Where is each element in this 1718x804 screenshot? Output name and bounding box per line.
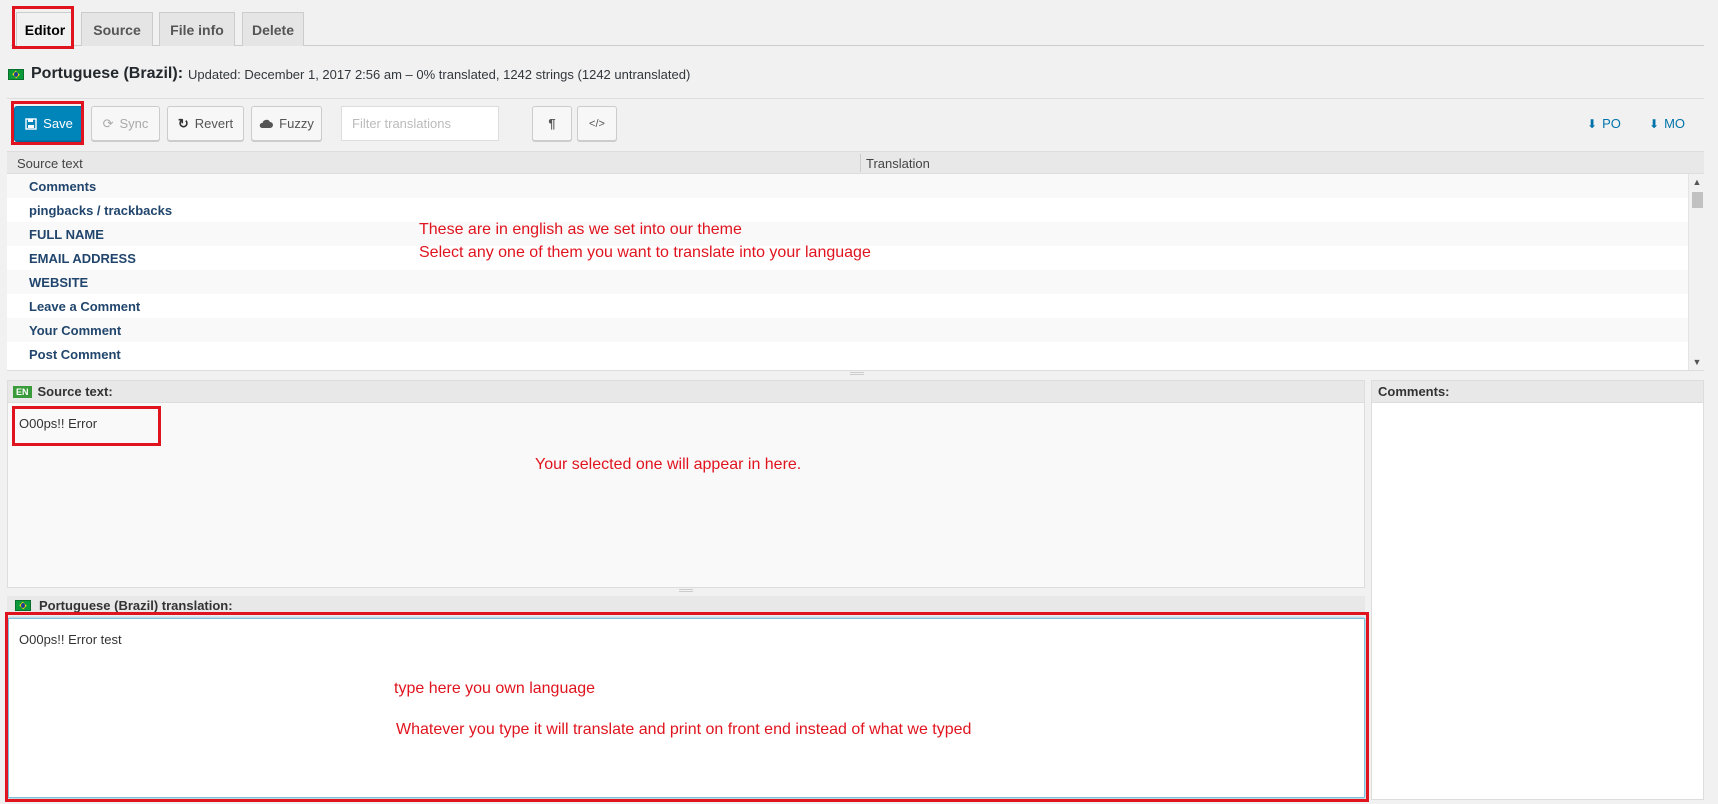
revert-button-label: Revert xyxy=(194,116,234,131)
table-body: Comments pingbacks / trackbacks FULL NAM… xyxy=(7,174,1704,370)
source-text-pane: EN Source text: O00ps!! Error xyxy=(7,380,1365,588)
brazil-flag-icon xyxy=(8,68,24,80)
lang-badge: EN xyxy=(13,385,32,398)
resize-handle[interactable] xyxy=(850,372,864,375)
table-row[interactable]: pingbacks / trackbacks xyxy=(7,198,1704,222)
download-icon: ⬇ xyxy=(1649,116,1660,131)
annotation-trans-line1: type here you own language xyxy=(394,680,596,697)
translation-pane xyxy=(8,618,1365,798)
translation-label: Portuguese (Brazil) translation: xyxy=(7,596,1365,614)
save-button-label: Save xyxy=(43,116,73,131)
invisibles-toggle-button[interactable]: ¶ xyxy=(532,106,572,141)
sync-button-label: Sync xyxy=(119,116,149,131)
download-mo-link[interactable]: ⬇ MO xyxy=(1649,116,1685,131)
locale-name: Portuguese (Brazil): xyxy=(31,65,184,82)
translation-textarea[interactable] xyxy=(9,619,1364,797)
resize-handle[interactable] xyxy=(679,589,693,592)
comments-pane: Comments: xyxy=(1371,380,1704,800)
source-text-heading: Source text: xyxy=(37,384,113,399)
tab-bar: Editor Source File info Delete xyxy=(11,12,1704,47)
fuzzy-button-label: Fuzzy xyxy=(279,116,314,131)
source-text-value: O00ps!! Error xyxy=(19,416,98,431)
floppy-icon xyxy=(25,117,37,130)
annotation-trans-line2: Whatever you type it will translate and … xyxy=(396,721,972,738)
cloud-icon xyxy=(259,119,274,128)
code-view-toggle-button[interactable]: </> xyxy=(577,106,617,141)
annotation-list-line2: Select any one of them you want to trans… xyxy=(419,244,871,261)
scroll-down-icon[interactable]: ▼ xyxy=(1689,354,1704,370)
table-row[interactable]: Post Comment xyxy=(7,342,1704,366)
download-po-link[interactable]: ⬇ PO xyxy=(1587,116,1621,131)
locale-header: Portuguese (Brazil): Updated: December 1… xyxy=(8,64,690,84)
revert-button[interactable]: ↻ Revert xyxy=(167,106,244,141)
column-header-translation[interactable]: Translation xyxy=(866,156,930,171)
tab-delete[interactable]: Delete xyxy=(242,12,304,46)
sync-button[interactable]: ⟳ Sync xyxy=(91,106,160,141)
filter-translations-input[interactable] xyxy=(341,106,499,141)
comments-label: Comments: xyxy=(1372,381,1703,403)
table-row[interactable]: Your Comment xyxy=(7,318,1704,342)
fuzzy-button[interactable]: Fuzzy xyxy=(251,106,322,141)
table-row[interactable]: Leave a Comment xyxy=(7,294,1704,318)
column-header-source[interactable]: Source text xyxy=(17,156,83,171)
download-po-label: PO xyxy=(1602,116,1621,131)
scroll-up-icon[interactable]: ▲ xyxy=(1689,174,1704,190)
locale-meta: Updated: December 1, 2017 2:56 am – 0% t… xyxy=(188,66,691,82)
annotation-list-line1: These are in english as we set into our … xyxy=(419,221,742,238)
source-text-label: EN Source text: xyxy=(8,381,1364,403)
tab-file-info[interactable]: File info xyxy=(159,12,235,46)
scroll-thumb[interactable] xyxy=(1692,192,1703,208)
table-row[interactable]: FULL NAME xyxy=(7,222,1704,246)
table-row[interactable]: WEBSITE xyxy=(7,270,1704,294)
tab-source[interactable]: Source xyxy=(81,12,153,46)
brazil-flag-icon xyxy=(15,599,31,611)
save-button[interactable]: Save xyxy=(14,106,84,141)
annotation-source-note: Your selected one will appear in here. xyxy=(535,456,802,473)
download-icon: ⬇ xyxy=(1587,116,1598,131)
tab-editor[interactable]: Editor xyxy=(16,12,74,47)
refresh-icon: ⟳ xyxy=(102,115,114,131)
table-header: Source text Translation xyxy=(7,152,1704,174)
table-scrollbar[interactable]: ▲ ▼ xyxy=(1688,174,1704,370)
translation-heading: Portuguese (Brazil) translation: xyxy=(39,597,233,613)
editor-toolbar: Save ⟳ Sync ↻ Revert Fuzzy ¶ </> ⬇ PO ⬇ … xyxy=(7,98,1704,152)
column-divider[interactable] xyxy=(860,154,861,172)
undo-icon: ↻ xyxy=(177,115,189,131)
pilcrow-icon: ¶ xyxy=(548,116,556,131)
code-icon: </> xyxy=(589,117,605,130)
download-mo-label: MO xyxy=(1664,116,1686,131)
table-row[interactable]: Comments xyxy=(7,174,1704,198)
